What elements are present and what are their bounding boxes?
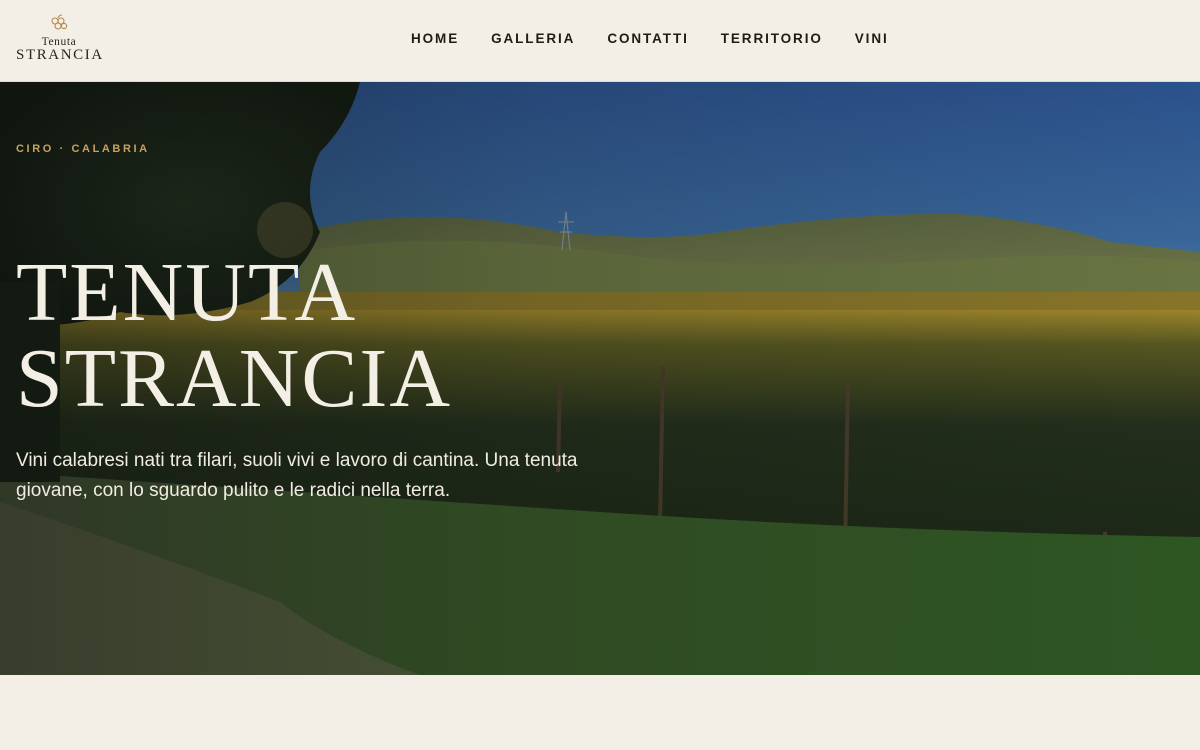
site-header: Tenuta STRANCIA HOME GALLERIA CONTATTI T… [0,0,1200,82]
hero-title-line-2: STRANCIA [16,332,453,425]
hero-section: CIRO · CALABRIA TENUTA STRANCIA Vini cal… [0,82,1200,675]
nav-item-vini[interactable]: VINI [855,30,889,47]
page-continuation [0,675,1200,750]
hero-description: Vini calabresi nati tra filari, suoli vi… [16,450,578,501]
nav-item-contatti[interactable]: CONTATTI [607,30,688,47]
main-nav: HOME GALLERIA CONTATTI TERRITORIO VINI [411,30,921,47]
grape-cluster-icon [51,14,68,30]
hero-title-line-1: TENUTA [16,246,358,339]
nav-item-home[interactable]: HOME [411,30,459,47]
nav-item-galleria[interactable]: GALLERIA [491,30,575,47]
brand-name-bottom: STRANCIA [16,47,104,63]
nav-item-territorio[interactable]: TERRITORIO [721,30,823,47]
brand-logo[interactable]: Tenuta STRANCIA [16,14,102,70]
hero-title: TENUTA STRANCIA [16,250,452,422]
hero-location: CIRO · CALABRIA [16,143,150,155]
